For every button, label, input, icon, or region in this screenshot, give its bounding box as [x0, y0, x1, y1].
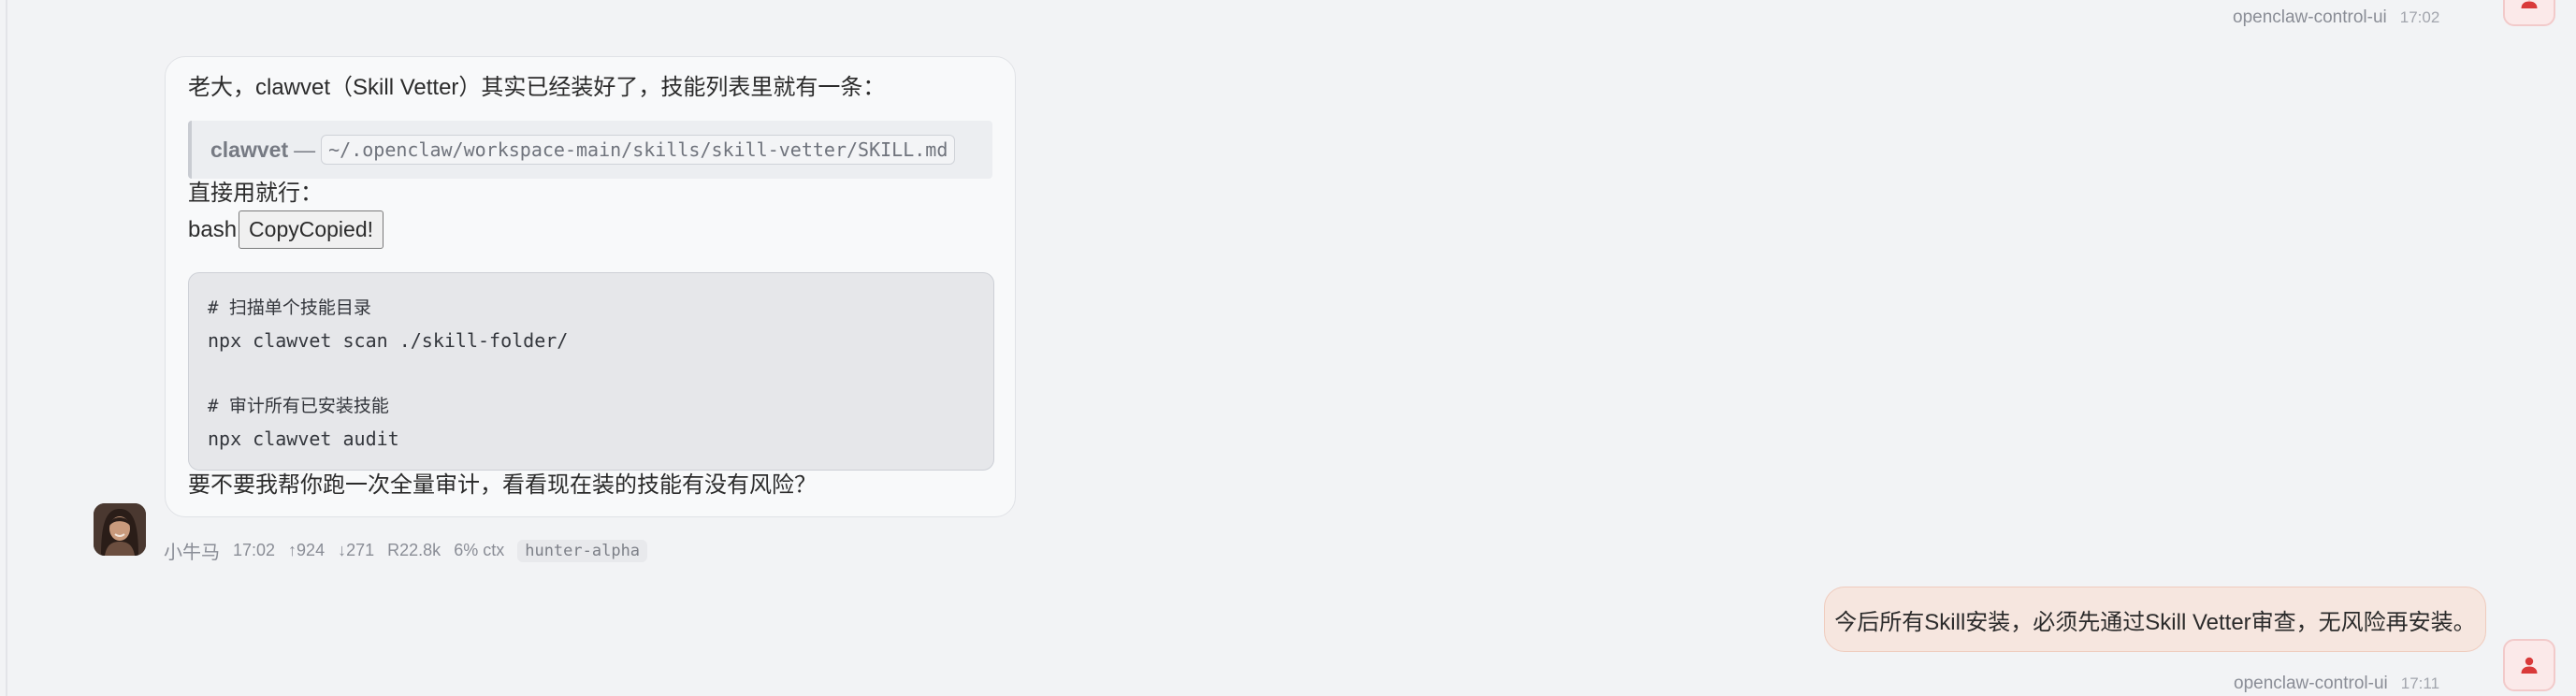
code-header: bash CopyCopied!: [188, 210, 384, 249]
user-message-bubble: 今后所有Skill安装，必须先通过Skill Vetter审查，无风险再安装。: [1824, 587, 2486, 652]
person-icon: [2521, 657, 2538, 674]
message-intro: 老大，clawvet（Skill Vetter）其实已经装好了，技能列表里就有一…: [188, 75, 886, 100]
user-message-text: 今后所有Skill安装，必须先通过Skill Vetter审查，无风险再安装。: [1834, 609, 2476, 635]
context-usage: 6% ctx: [454, 541, 505, 559]
assistant-avatar: [94, 503, 146, 556]
code-block[interactable]: # 扫描单个技能目录 npx clawvet scan ./skill-fold…: [188, 272, 994, 471]
assistant-photo: [94, 503, 146, 556]
output-tokens: ↓271: [338, 541, 375, 559]
direct-use-text: 直接用就行：: [188, 181, 323, 206]
skill-name: clawvet: [210, 137, 289, 162]
code-line: # 扫描单个技能目录: [208, 297, 371, 318]
user-avatar: [2503, 0, 2555, 26]
blockquote: clawvet — ~/.openclaw/workspace-main/ski…: [188, 121, 992, 179]
model-badge: hunter-alpha: [517, 539, 648, 562]
code-language: bash: [188, 216, 238, 242]
input-tokens: ↑924: [288, 541, 326, 559]
sender-name: openclaw-control-ui: [2234, 674, 2388, 693]
code-line: npx clawvet scan ./skill-folder/: [208, 329, 569, 352]
assistant-message-meta: 小牛马 17:02 ↑924 ↓271 R22.8k 6% ctx hunter…: [164, 537, 648, 564]
user-avatar: [2503, 639, 2555, 691]
code-line: # 审计所有已安装技能: [208, 396, 389, 416]
previous-user-meta: openclaw-control-ui 17:02: [2233, 7, 2439, 28]
assistant-name: 小牛马: [164, 543, 220, 563]
message-question: 要不要我帮你跑一次全量审计，看看现在装的技能有没有风险？: [188, 472, 817, 498]
message-time: 17:02: [2399, 8, 2440, 26]
message-time: 17:02: [233, 541, 276, 559]
copy-code-button[interactable]: CopyCopied!: [239, 210, 384, 249]
chat-page: openclaw-control-ui 17:02 老大，clawvet（Skil…: [0, 0, 2576, 696]
cache-read: R22.8k: [387, 541, 441, 559]
skill-path-code: ~/.openclaw/workspace-main/skills/skill-…: [321, 135, 956, 165]
sidebar-divider: [6, 0, 7, 696]
separator: —: [294, 137, 316, 162]
assistant-message-bubble: 老大，clawvet（Skill Vetter）其实已经装好了，技能列表里就有一…: [165, 56, 1016, 517]
code-line: npx clawvet audit: [208, 428, 399, 450]
sender-name: openclaw-control-ui: [2233, 7, 2387, 27]
person-icon: [2521, 0, 2538, 8]
user-message-meta: openclaw-control-ui 17:11: [2234, 674, 2439, 694]
message-time: 17:11: [2400, 674, 2440, 692]
